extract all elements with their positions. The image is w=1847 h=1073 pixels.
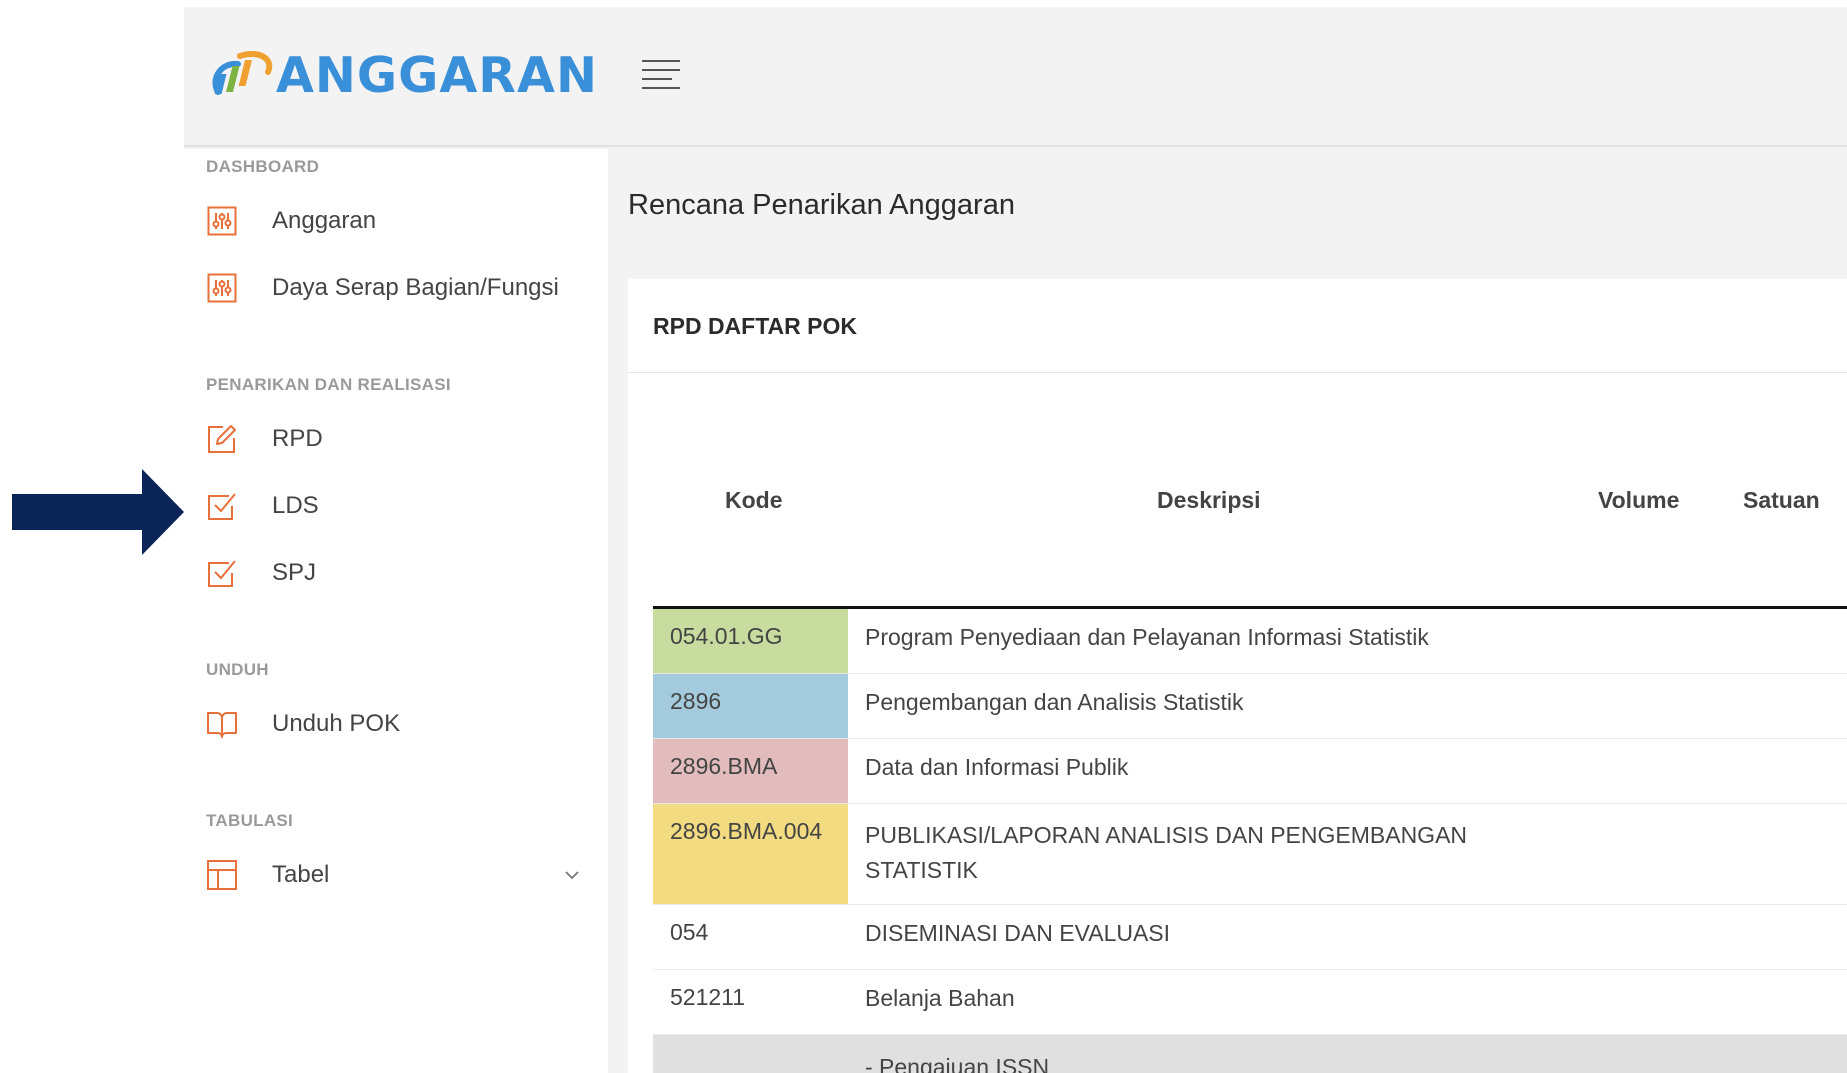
sidebar-item-label: Daya Serap Bagian/Fungsi (272, 274, 559, 301)
table-row[interactable]: 2896.BMA Data dan Informasi Publik (653, 739, 1847, 804)
sliders-icon (206, 272, 238, 304)
sidebar-item-unduh-pok[interactable]: Unduh POK (206, 704, 586, 744)
cell-deskripsi: - Pengajuan ISSN (865, 1054, 1050, 1073)
sidebar-item-rpd[interactable]: RPD (206, 419, 586, 459)
cell-kode: 2896.BMA.004 (653, 804, 848, 904)
sidebar-item-label: Anggaran (272, 207, 377, 234)
section-title-unduh: UNDUH (206, 660, 269, 679)
section-title-tabulasi: TABULASI (206, 811, 294, 830)
sidebar-item-lds[interactable]: LDS (206, 486, 586, 526)
table-row[interactable]: 054.01.GG Program Penyediaan dan Pelayan… (653, 609, 1847, 674)
cell-kode: 2896 (653, 674, 848, 738)
card-title: RPD DAFTAR POK (653, 313, 858, 339)
book-icon (206, 708, 238, 740)
check-square-icon (206, 557, 238, 589)
sidebar-item-tabel[interactable]: Tabel (206, 855, 586, 895)
table-row[interactable]: 2896 Pengembangan dan Analisis Statistik (653, 674, 1847, 739)
hamburger-menu-button[interactable] (642, 60, 680, 90)
sidebar-item-daya-serap[interactable]: Daya Serap Bagian/Fungsi (206, 268, 586, 308)
column-header-volume[interactable]: Volume (1598, 487, 1679, 514)
sliders-icon (206, 205, 238, 237)
cell-kode: 521211 (670, 984, 746, 1010)
section-title-dashboard: DASHBOARD (206, 157, 320, 176)
sidebar-item-label: SPJ (272, 559, 317, 586)
table-row[interactable]: - Pengajuan ISSN (653, 1035, 1847, 1073)
cell-kode: 054.01.GG (653, 609, 848, 673)
sidebar-item-label: Unduh POK (272, 710, 401, 737)
table-row[interactable]: 2896.BMA.004 PUBLIKASI/LAPORAN ANALISIS … (653, 804, 1847, 905)
cell-kode: 054 (670, 919, 709, 945)
app-title: ANGGARAN (276, 46, 598, 104)
column-header-kode[interactable]: Kode (725, 487, 783, 514)
cell-deskripsi: PUBLIKASI/LAPORAN ANALISIS DAN PENGEMBAN… (865, 822, 1468, 883)
cell-deskripsi: Program Penyediaan dan Pelayanan Informa… (865, 624, 1429, 650)
edit-icon (206, 423, 238, 455)
check-square-icon (206, 490, 238, 522)
cell-deskripsi: Data dan Informasi Publik (865, 754, 1129, 780)
sidebar-item-anggaran[interactable]: Anggaran (206, 201, 586, 241)
column-header-deskripsi[interactable]: Deskripsi (1157, 487, 1261, 514)
cell-kode (653, 1035, 848, 1073)
sidebar-item-label: LDS (272, 492, 319, 519)
main-content: Rencana Penarikan Anggaran RPD DAFTAR PO… (608, 149, 1847, 1073)
cell-deskripsi: Pengembangan dan Analisis Statistik (865, 689, 1244, 715)
table-row[interactable]: 521211 Belanja Bahan (653, 970, 1847, 1035)
page-title: Rencana Penarikan Anggaran (628, 189, 1015, 221)
chevron-down-icon[interactable] (562, 865, 582, 885)
bps-logo-icon (212, 51, 273, 95)
rpd-card: RPD DAFTAR POK Kode Deskripsi Volume Sat… (628, 279, 1847, 1073)
cell-deskripsi: DISEMINASI DAN EVALUASI (865, 920, 1171, 946)
sidebar-item-spj[interactable]: SPJ (206, 553, 586, 593)
app-logo[interactable]: ANGGARAN (208, 45, 598, 105)
sidebar: DASHBOARD Anggaran Daya Serap Bagian/Fun… (184, 149, 608, 1073)
pointer-arrow-icon (12, 469, 184, 555)
column-header-satuan[interactable]: Satuan (1743, 487, 1820, 514)
table-row[interactable]: 054 DISEMINASI DAN EVALUASI (653, 905, 1847, 970)
section-title-penarikan: PENARIKAN DAN REALISASI (206, 375, 451, 394)
layout-icon (206, 859, 238, 891)
cell-kode: 2896.BMA (653, 739, 848, 803)
top-bar: ANGGARAN (184, 7, 1847, 147)
cell-deskripsi: Belanja Bahan (865, 985, 1015, 1011)
sidebar-item-label: RPD (272, 425, 323, 452)
app-window: ANGGARAN DASHBOARD Anggaran Daya Serap B… (184, 7, 1847, 1073)
card-header: RPD DAFTAR POK (628, 279, 1847, 373)
sidebar-item-label: Tabel (272, 861, 330, 888)
